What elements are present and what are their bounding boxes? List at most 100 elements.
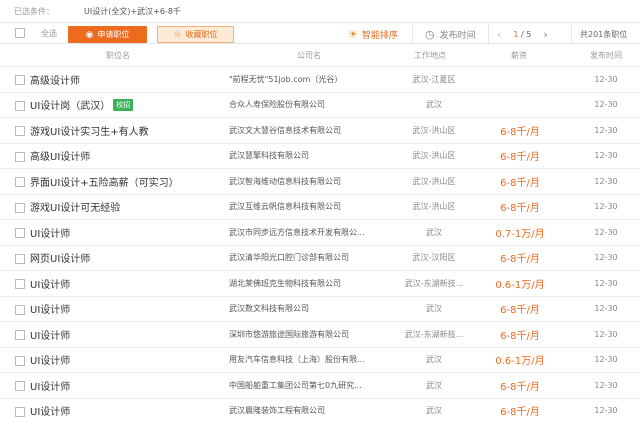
column-headers: 职位名 公司名 工作地点 薪资 发布时间 — [0, 44, 640, 66]
job-checkbox[interactable] — [15, 228, 25, 238]
select-all-label[interactable]: 全选 — [41, 28, 57, 39]
company-link[interactable]: "前程无忧"51job.com（光谷） — [229, 74, 381, 85]
smart-sort-button[interactable]: ☀ 智能排序 — [348, 23, 398, 45]
job-location: 武汉 — [426, 380, 442, 390]
job-checkbox[interactable] — [15, 253, 25, 264]
job-title[interactable]: 界面UI设计+五险高薪（可实习） — [30, 174, 179, 189]
job-location: 武汉 — [426, 355, 442, 365]
company-link[interactable]: 合众人寿保险股份有限公司 — [229, 99, 381, 110]
job-title-link[interactable]: UI设计师 — [30, 352, 70, 367]
job-title-link[interactable]: 网页UI设计师 — [30, 250, 90, 265]
job-title[interactable]: 游戏UI设计实习生+有人教 — [30, 123, 149, 138]
job-title[interactable]: UI设计师 — [30, 378, 70, 393]
job-title[interactable]: 游戏UI设计可无经验 — [30, 199, 120, 214]
job-date: 12-30 — [594, 355, 618, 365]
company-link[interactable]: 武汉晨隆装饰工程有限公司 — [229, 405, 381, 416]
job-title-link[interactable]: 高级设计师 — [30, 72, 80, 87]
job-location: 武汉-东湖新技... — [404, 278, 464, 288]
job-title-link[interactable]: UI设计师 — [30, 403, 70, 418]
company-link[interactable]: 武汉互维云帆信息科技有限公司 — [229, 201, 381, 212]
campus-badge: 校招 — [113, 98, 134, 111]
job-checkbox[interactable] — [15, 75, 25, 85]
company-link[interactable]: 武汉数文科技有限公司 — [229, 303, 381, 314]
job-location: 武汉-江夏区 — [412, 74, 456, 84]
company-link[interactable]: 武汉市同步远方信息技术开发有限公... — [229, 227, 381, 238]
job-title-link[interactable]: UI设计师 — [30, 301, 70, 316]
job-row: UI设计师 用友汽车信息科技（上海）股份有限... 武汉 0.6-1万/月 12-30 — [0, 346, 640, 373]
job-title[interactable]: 高级UI设计师 — [30, 148, 90, 163]
job-title[interactable]: 网页UI设计师 — [30, 250, 90, 265]
job-checkbox[interactable] — [15, 279, 25, 289]
job-checkbox[interactable] — [15, 406, 25, 417]
header-title: 职位名 — [106, 50, 130, 60]
job-salary: 6-8千/月 — [500, 254, 540, 266]
header-company: 公司名 — [297, 50, 321, 60]
job-title-link[interactable]: UI设计师 — [30, 276, 70, 291]
job-checkbox[interactable] — [15, 100, 25, 111]
job-date: 12-30 — [594, 202, 618, 212]
job-location: 武汉 — [426, 406, 442, 416]
filter-criteria[interactable]: UI设计(全文)+武汉+6-8千 — [84, 6, 181, 17]
job-checkbox[interactable] — [15, 355, 25, 366]
prev-page-icon[interactable]: ‹ — [497, 28, 501, 41]
job-salary: 0.6-1万/月 — [495, 279, 545, 291]
job-title[interactable]: UI设计师 — [30, 276, 70, 291]
favorite-label: 收藏职位 — [185, 30, 218, 39]
job-checkbox[interactable] — [15, 304, 25, 315]
job-checkbox[interactable] — [15, 330, 25, 340]
job-title-link[interactable]: UI设计师 — [30, 378, 70, 393]
job-date: 12-30 — [594, 380, 618, 390]
company-link[interactable]: 用友汽车信息科技（上海）股份有限... — [229, 354, 381, 365]
date-sort-button[interactable]: ◷ 发布时间 — [425, 23, 476, 45]
divider — [412, 23, 413, 45]
job-salary: 6-8千/月 — [500, 381, 540, 393]
favorite-button[interactable]: ☆ 收藏职位 — [157, 26, 234, 43]
company-link[interactable]: 中国船舶重工集团公司第七0九研究... — [229, 380, 381, 391]
company-link[interactable]: 湖北莱佛班克生物科技有限公司 — [229, 278, 381, 289]
job-row: UI设计师 湖北莱佛班克生物科技有限公司 武汉-东湖新技... 0.6-1万/月 12-… — [0, 270, 640, 296]
company-link[interactable]: 深圳市悠游旅途国际旅游有限公司 — [229, 329, 381, 340]
job-title[interactable]: UI设计师 — [30, 352, 70, 367]
company-link[interactable]: 武汉智海维动信息科技有限公司 — [229, 176, 381, 187]
company-link[interactable]: 武汉清华阳光口腔门诊部有限公司 — [229, 252, 381, 263]
next-page-icon[interactable]: › — [543, 28, 547, 41]
job-title[interactable]: UI设计师 — [30, 225, 70, 240]
job-title[interactable]: UI设计师 — [30, 403, 70, 418]
job-date: 12-30 — [594, 176, 618, 186]
job-title-link[interactable]: 游戏UI设计实习生+有人教 — [30, 123, 149, 138]
job-checkbox[interactable] — [15, 126, 25, 136]
apply-button[interactable]: ◉ 申请职位 — [68, 26, 147, 43]
job-row: UI设计师 武汉晨隆装饰工程有限公司 武汉 6-8千/月 12-30 — [0, 397, 640, 424]
job-title[interactable]: UI设计师 — [30, 301, 70, 316]
company-link[interactable]: 武汉慧擎科技有限公司 — [229, 150, 381, 161]
apply-icon: ◉ — [85, 29, 94, 40]
job-checkbox[interactable] — [15, 381, 25, 391]
job-title-link[interactable]: UI设计师 — [30, 327, 70, 342]
job-checkbox[interactable] — [15, 202, 25, 213]
job-row: 游戏UI设计可无经验 武汉互维云帆信息科技有限公司 武汉-洪山区 6-8千/月 12-3… — [0, 193, 640, 220]
job-date: 12-30 — [594, 227, 618, 237]
total-count: 共201条职位 — [580, 29, 628, 39]
job-checkbox[interactable] — [15, 151, 25, 162]
job-date: 12-30 — [594, 125, 618, 135]
job-title-link[interactable]: UI设计岗（武汉） 校招 — [30, 97, 134, 112]
job-checkbox[interactable] — [15, 177, 25, 187]
job-title-link[interactable]: UI设计师 — [30, 225, 70, 240]
header-location: 工作地点 — [414, 50, 446, 60]
job-title[interactable]: UI设计师 — [30, 327, 70, 342]
select-all-checkbox[interactable] — [15, 28, 25, 38]
job-salary: 6-8千/月 — [500, 152, 540, 164]
job-list: 高级设计师 "前程无忧"51job.com（光谷） 武汉-江夏区 12-30 UI设计岗… — [0, 66, 640, 423]
date-sort-label: 发布时间 — [439, 30, 476, 41]
job-title-link[interactable]: 高级UI设计师 — [30, 148, 90, 163]
job-title-link[interactable]: 界面UI设计+五险高薪（可实习） — [30, 174, 179, 189]
job-title-link[interactable]: 游戏UI设计可无经验 — [30, 199, 120, 214]
job-title[interactable]: UI设计岗（武汉） — [30, 97, 110, 112]
job-date: 12-30 — [594, 100, 618, 110]
job-title[interactable]: 高级设计师 — [30, 72, 80, 87]
job-date: 12-30 — [594, 253, 618, 263]
company-link[interactable]: 武汉文大慧谷信息技术有限公司 — [229, 125, 381, 136]
job-location: 武汉-洪山区 — [412, 151, 456, 161]
job-salary: 6-8千/月 — [500, 126, 540, 138]
job-date: 12-30 — [594, 74, 618, 84]
